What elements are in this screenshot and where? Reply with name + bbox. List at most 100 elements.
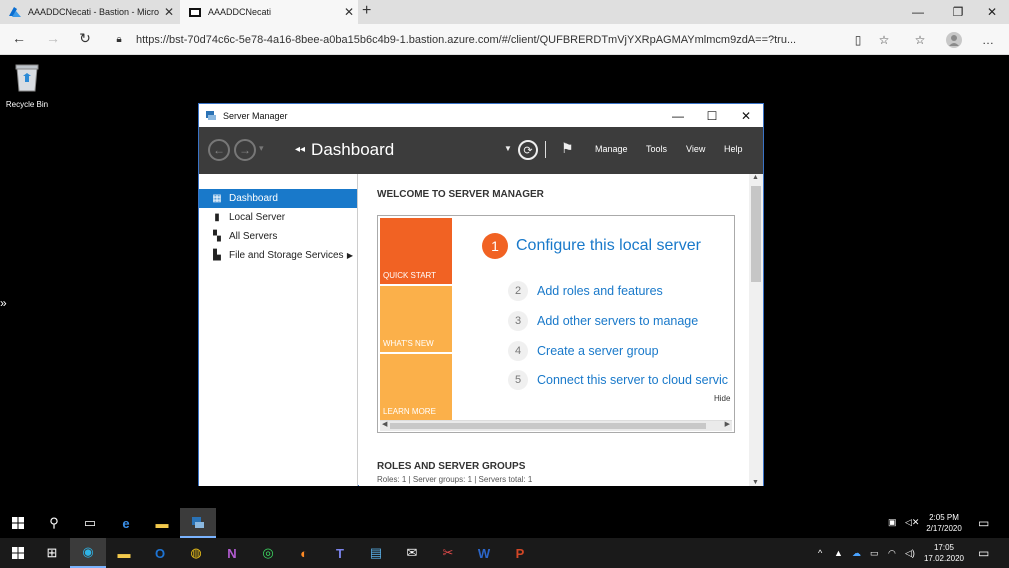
tray-app-icon[interactable]: ▲ <box>834 548 843 558</box>
close-icon[interactable]: ✕ <box>974 0 1009 24</box>
volume-icon[interactable]: ◁) <box>905 548 915 559</box>
new-tab-button[interactable]: + <box>362 2 371 20</box>
clock-time: 2:05 PM <box>929 513 959 522</box>
menu-manage[interactable]: Manage <box>595 144 628 154</box>
step-link[interactable]: Connect this server to cloud servic <box>537 373 728 387</box>
step-add-roles[interactable]: 2 Add roles and features <box>508 281 663 301</box>
nav-item-local-server[interactable]: ▮ Local Server <box>199 208 357 227</box>
azure-icon <box>8 5 22 19</box>
clock-date: 17.02.2020 <box>923 554 965 563</box>
start-windows-icon[interactable] <box>0 538 36 568</box>
onenote-icon[interactable]: N <box>214 538 250 568</box>
chevron-down-icon[interactable]: ▼ <box>504 144 512 153</box>
store-icon[interactable]: ▤ <box>358 538 394 568</box>
remote-clock[interactable]: 2:05 PM 2/17/2020 <box>918 512 970 534</box>
step-number: 2 <box>508 281 528 301</box>
menu-tools[interactable]: Tools <box>646 144 667 154</box>
scroll-down-icon[interactable]: ▼ <box>752 479 759 486</box>
chevron-right-icon[interactable]: ▶ <box>347 251 353 260</box>
nav-item-file-storage[interactable]: ▙ File and Storage Services ▶ <box>199 246 357 265</box>
battery-icon[interactable]: ▭ <box>870 548 879 559</box>
horizontal-scrollbar[interactable]: ◀ ▶ <box>380 420 732 431</box>
tile-quick-start[interactable]: QUICK START <box>380 218 452 284</box>
step-configure-local-server[interactable]: 1 Configure this local server <box>482 233 701 259</box>
server-manager-taskbar-icon[interactable] <box>180 508 216 538</box>
step-number: 3 <box>508 311 528 331</box>
maximize-icon[interactable]: ☐ <box>695 104 729 127</box>
outlook-icon[interactable]: O <box>142 538 178 568</box>
mail-icon[interactable]: ✉ <box>394 538 430 568</box>
scrollbar-thumb[interactable] <box>751 186 761 282</box>
whatsapp-icon[interactable]: ◎ <box>250 538 286 568</box>
step-connect-cloud[interactable]: 5 Connect this server to cloud servic <box>508 370 734 390</box>
edge-browser-icon[interactable]: ◉ <box>70 538 106 568</box>
step-add-servers[interactable]: 3 Add other servers to manage <box>508 311 698 331</box>
snip-tool-icon[interactable]: ✂ <box>430 538 466 568</box>
file-explorer-icon[interactable]: ▬ <box>106 538 142 568</box>
chevron-up-icon[interactable]: ^ <box>818 548 822 558</box>
favorite-star-icon[interactable]: ☆ <box>874 30 894 50</box>
wifi-icon[interactable]: ◠ <box>888 548 896 559</box>
tile-learn-more[interactable]: LEARN MORE <box>380 354 452 420</box>
recycle-bin[interactable]: Recycle Bin <box>4 62 50 109</box>
more-options-icon[interactable]: … <box>978 30 998 50</box>
tile-whats-new[interactable]: WHAT'S NEW <box>380 286 452 352</box>
chrome-icon[interactable]: ◍ <box>178 538 214 568</box>
profile-avatar[interactable] <box>944 30 964 50</box>
close-icon[interactable]: ✕ <box>729 104 763 127</box>
file-explorer-icon[interactable]: ▬ <box>144 508 180 538</box>
nav-item-label: Dashboard <box>229 193 278 204</box>
notification-icon[interactable]: ▭ <box>978 516 989 530</box>
notifications-flag-icon[interactable]: ⚑ <box>561 140 574 157</box>
step-link[interactable]: Add other servers to manage <box>537 314 698 328</box>
powerpoint-icon[interactable]: P <box>502 538 538 568</box>
vertical-scrollbar[interactable]: ▲ ▼ <box>749 174 763 486</box>
teams-icon[interactable]: T <box>322 538 358 568</box>
reading-view-icon[interactable]: ▯ <box>848 30 868 50</box>
step-link[interactable]: Add roles and features <box>537 284 663 298</box>
word-icon[interactable]: W <box>466 538 502 568</box>
network-icon[interactable]: ▣ <box>888 517 897 528</box>
minimize-icon[interactable]: — <box>661 104 695 127</box>
scrollbar-thumb[interactable] <box>390 423 706 429</box>
menu-view[interactable]: View <box>686 144 705 154</box>
internet-explorer-icon[interactable]: e <box>108 508 144 538</box>
forward-arrow-icon[interactable]: → <box>234 139 256 161</box>
nav-item-dashboard[interactable]: ▦ Dashboard <box>199 189 357 208</box>
tab-aaaddcnecati[interactable]: AAADDCNecati ✕ <box>180 0 358 24</box>
step-link[interactable]: Create a server group <box>537 344 659 358</box>
refresh-icon[interactable]: ⟳ <box>518 140 538 160</box>
nav-item-all-servers[interactable]: ▚ All Servers <box>199 227 357 246</box>
menu-help[interactable]: Help <box>724 144 743 154</box>
firefox-icon[interactable]: ◐ <box>286 538 322 568</box>
local-clock[interactable]: 17:05 17.02.2020 <box>918 542 970 564</box>
roles-heading: ROLES AND SERVER GROUPS <box>377 461 526 472</box>
task-view-icon[interactable]: ⊞ <box>34 538 70 568</box>
expand-side-panel-icon[interactable]: » <box>0 296 7 310</box>
nav-item-label: All Servers <box>229 231 278 242</box>
history-dropdown-icon[interactable]: ▾ <box>259 143 264 154</box>
notification-icon[interactable]: ▭ <box>978 546 989 560</box>
scroll-up-icon[interactable]: ▲ <box>752 174 759 181</box>
recycle-bin-label: Recycle Bin <box>5 100 49 109</box>
minimize-icon[interactable]: — <box>900 0 936 24</box>
step-create-group[interactable]: 4 Create a server group <box>508 341 659 361</box>
scroll-left-icon[interactable]: ◀ <box>382 420 387 428</box>
forward-arrow-icon[interactable]: → <box>42 30 64 50</box>
hide-link[interactable]: Hide <box>714 394 730 403</box>
back-arrow-icon[interactable]: ← <box>8 30 30 50</box>
scroll-right-icon[interactable]: ▶ <box>725 420 730 428</box>
address-bar[interactable]: 🔒︎ https://bst-70d74c6c-5e78-4a16-8bee-a… <box>112 29 842 50</box>
favorites-icon[interactable]: ☆ <box>910 30 930 50</box>
task-view-icon[interactable]: ▭ <box>72 508 108 538</box>
refresh-icon[interactable]: ↻ <box>74 30 96 50</box>
step-link[interactable]: Configure this local server <box>516 237 701 255</box>
close-tab-icon[interactable]: ✕ <box>160 5 178 19</box>
back-arrow-icon[interactable]: ← <box>208 139 230 161</box>
tab-bastion[interactable]: AAADDCNecati - Bastion - Micro ✕ <box>0 0 178 24</box>
onedrive-icon[interactable]: ☁ <box>852 548 861 559</box>
restore-icon[interactable]: ❐ <box>940 0 976 24</box>
search-icon[interactable]: ⚲ <box>36 508 72 538</box>
close-tab-icon[interactable]: ✕ <box>340 5 358 19</box>
start-windows-icon[interactable] <box>0 508 36 538</box>
